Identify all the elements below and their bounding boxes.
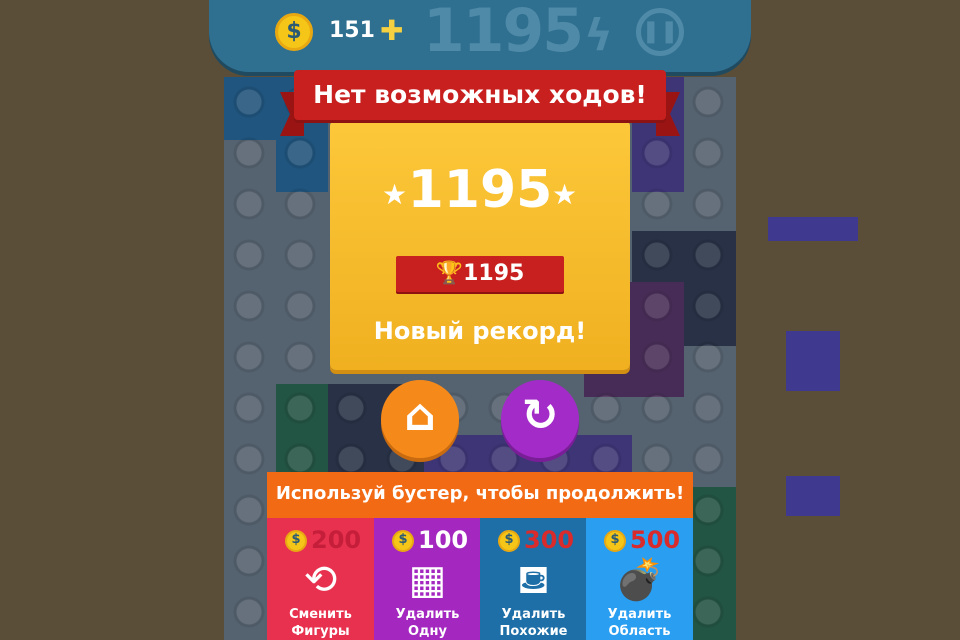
no-moves-ribbon: Нет возможных ходов! [294, 70, 666, 120]
booster-label: Удалить Область [607, 607, 672, 639]
restart-icon: ↻ [521, 390, 559, 441]
booster-label: Удалить Похожие [499, 607, 568, 639]
booster-label: Удалить Одну [395, 607, 460, 639]
current-score: 1195 [423, 0, 584, 66]
booster-price: 200 [311, 526, 362, 554]
booster-remove-similar[interactable]: $ 300 ⛾ Удалить Похожие [480, 518, 587, 640]
final-score: 1195 [407, 160, 553, 220]
paint-bucket-icon: ⛾ [517, 557, 550, 603]
trophy-icon: 🏆 [435, 261, 464, 286]
home-icon: ⌂ [404, 390, 436, 441]
add-coins-icon[interactable]: ✚ [380, 17, 403, 45]
preview-piece-1[interactable] [768, 217, 858, 241]
booster-remove-area[interactable]: $ 500 💣 Удалить Область [586, 518, 693, 640]
preview-piece-3[interactable] [786, 476, 840, 516]
home-button[interactable]: ⌂ [381, 380, 459, 458]
refresh-icon: ⟲ [303, 557, 338, 603]
pause-button[interactable]: ❚❚ [636, 8, 684, 56]
preview-piece-2[interactable] [786, 331, 840, 391]
new-record-label: Новый рекорд! [373, 317, 587, 345]
booster-price: 100 [418, 526, 469, 554]
best-score-badge: 🏆1195 [396, 256, 564, 292]
booster-price: 500 [630, 526, 681, 554]
booster-prompt: Используй бустер, чтобы продолжить! [267, 472, 693, 518]
game-over-panel: ★ 1195 ★ 🏆1195 Новый рекорд! [330, 120, 630, 370]
coin-icon: $ [275, 13, 313, 51]
coin-icon: $ [498, 530, 520, 552]
lightning-icon: ϟ [584, 10, 614, 61]
booster-label: Сменить Фигуры [289, 607, 352, 639]
star-icon: ★ [552, 178, 578, 211]
coin-count: 151 [329, 18, 375, 43]
coin-icon: $ [285, 530, 307, 552]
bomb-icon: 💣 [614, 557, 665, 603]
best-score: 1195 [463, 261, 525, 286]
booster-remove-one[interactable]: $ 100 ▦ Удалить Одну [374, 518, 481, 640]
booster-change-shapes[interactable]: $ 200 ⟲ Сменить Фигуры [267, 518, 374, 640]
coin-icon: $ [392, 530, 414, 552]
restart-button[interactable]: ↻ [501, 380, 579, 458]
coin-icon: $ [604, 530, 626, 552]
grid-icon: ▦ [408, 557, 447, 603]
booster-price: 300 [524, 526, 575, 554]
